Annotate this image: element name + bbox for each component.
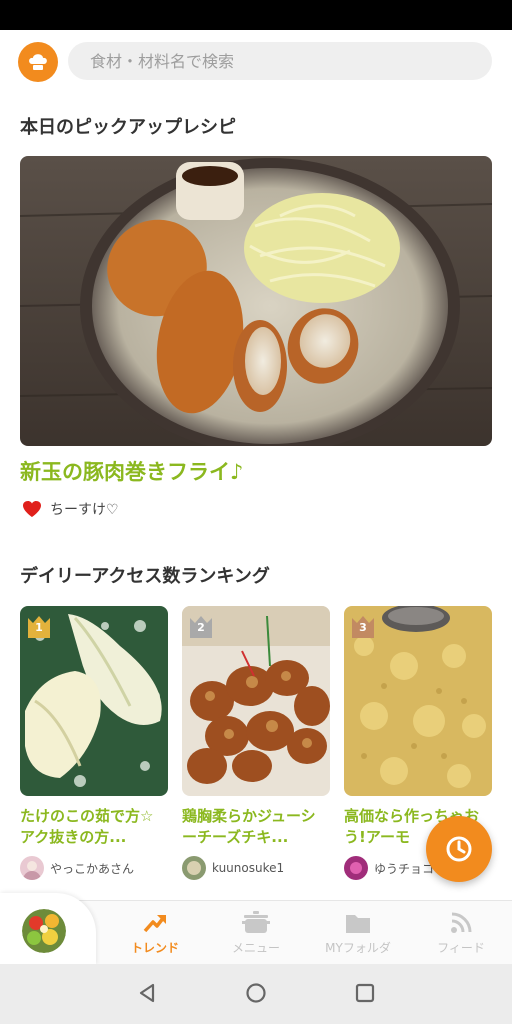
vegetables-home-icon xyxy=(22,909,66,953)
ranking-recipe-image[interactable]: 2 xyxy=(182,606,330,796)
tab-my-folder[interactable]: MYフォルダ xyxy=(313,905,403,961)
avatar xyxy=(182,856,206,880)
pickup-author[interactable]: ちーすけ♡ xyxy=(22,497,119,521)
home-button[interactable] xyxy=(0,893,96,965)
pickup-recipe-title[interactable]: 新玉の豚肉巻きフライ♪ xyxy=(20,456,243,486)
ranking-card[interactable]: 2 鶏胸柔らかジューシーチーズチキ... kuunosuke1 xyxy=(182,606,330,880)
ranking-author[interactable]: kuunosuke1 xyxy=(182,856,330,880)
tab-label: メニュー xyxy=(231,941,280,955)
clock-icon xyxy=(446,836,472,862)
app-header xyxy=(0,30,512,92)
rank-badge: 2 xyxy=(190,614,212,638)
folder-icon xyxy=(346,915,370,933)
ranking-author-name: kuunosuke1 xyxy=(212,861,285,875)
tab-feed[interactable]: フィード xyxy=(416,905,506,961)
system-navigation-bar xyxy=(0,964,512,1024)
ranking-recipe-image[interactable]: 1 xyxy=(20,606,168,796)
home-circle-icon[interactable] xyxy=(245,982,267,1004)
tab-label: MYフォルダ xyxy=(325,941,391,955)
pickup-section-title: 本日のピックアップレシピ xyxy=(20,117,236,138)
ranking-author-name: やっこかあさん xyxy=(50,861,135,876)
pickup-recipe-image[interactable] xyxy=(20,156,492,446)
tab-label: フィード xyxy=(437,941,485,955)
ranking-section-title: デイリーアクセス数ランキング xyxy=(20,566,270,587)
trend-icon xyxy=(143,915,166,933)
heart-icon xyxy=(23,501,41,517)
bottom-tab-bar: トレンド メニュー MYフォルダ フィード xyxy=(0,893,512,965)
tab-menu[interactable]: メニュー xyxy=(211,905,301,961)
tab-label: トレンド xyxy=(130,941,179,955)
ranking-author[interactable]: やっこかあさん xyxy=(20,856,168,880)
back-icon[interactable] xyxy=(136,982,158,1004)
ranking-author-name: ゆうチョコ xyxy=(374,861,435,876)
ranking-recipe-image[interactable]: 3 xyxy=(344,606,492,796)
chef-hat-logo-icon[interactable] xyxy=(18,42,58,82)
pickup-author-name: ちーすけ♡ xyxy=(50,502,119,518)
ranking-recipe-title[interactable]: たけのこの茹で方☆アク抜きの方... xyxy=(20,806,168,848)
pot-icon xyxy=(242,911,270,933)
ranking-card[interactable]: 1 たけのこの茹で方☆アク抜きの方... やっこかあさん xyxy=(20,606,168,880)
status-bar xyxy=(0,0,512,30)
rank-badge: 1 xyxy=(28,614,50,638)
avatar xyxy=(344,856,368,880)
ranking-recipe-title[interactable]: 鶏胸柔らかジューシーチーズチキ... xyxy=(182,806,330,848)
history-fab-button[interactable] xyxy=(426,816,492,882)
avatar xyxy=(20,856,44,880)
feed-icon xyxy=(451,912,472,933)
rank-badge: 3 xyxy=(352,614,374,638)
search-bar[interactable] xyxy=(68,42,492,80)
search-input[interactable] xyxy=(68,42,492,80)
recents-square-icon[interactable] xyxy=(354,982,376,1004)
tab-trend[interactable]: トレンド xyxy=(110,905,200,961)
